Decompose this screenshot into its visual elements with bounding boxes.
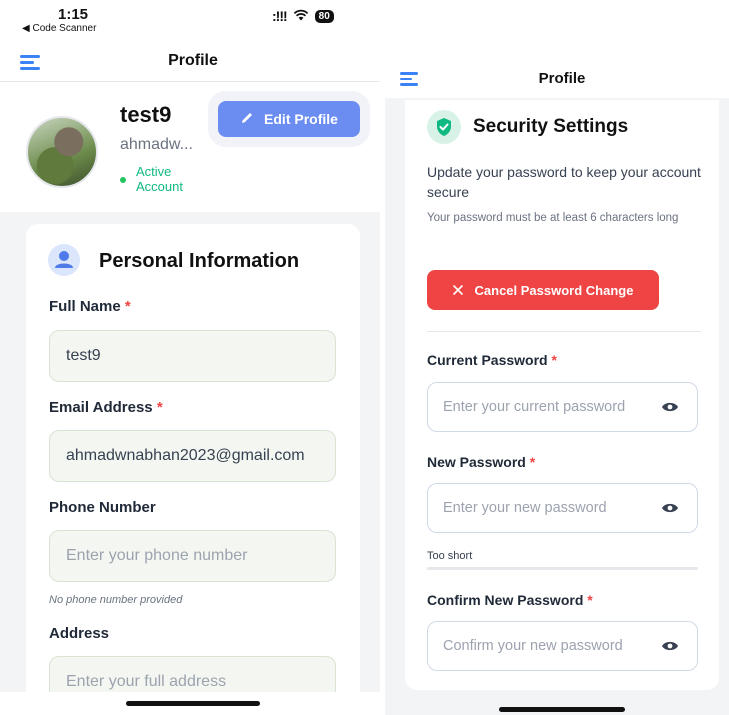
new-password-input[interactable]: Enter your new password	[427, 483, 698, 533]
screenshot-root: 1:15 ◀ Code Scanner :!!! 80 Profile test…	[0, 0, 729, 715]
personal-info-card: Personal Information Full Name * test9 E…	[26, 224, 360, 715]
nav-bar: Profile	[385, 56, 729, 98]
eye-icon[interactable]	[661, 640, 679, 652]
required-marker: *	[529, 454, 536, 470]
password-strength-bar	[427, 567, 698, 570]
password-requirement: Your password must be at least 6 charact…	[427, 212, 679, 224]
nav-bar: Profile	[0, 38, 380, 82]
required-marker: *	[156, 399, 163, 416]
new-password-label-text: New Password	[427, 454, 526, 470]
phone-field[interactable]: Enter your phone number	[49, 530, 336, 582]
address-label: Address	[49, 625, 110, 642]
required-marker: *	[551, 352, 557, 368]
battery-icon: 80	[314, 9, 334, 23]
status-bar: 1:15 ◀ Code Scanner :!!! 80	[0, 0, 380, 38]
home-indicator	[0, 692, 380, 715]
eye-icon[interactable]	[661, 401, 679, 413]
current-password-input[interactable]: Enter your current password	[427, 382, 698, 432]
status-icons: :!!! 80	[272, 8, 334, 24]
phone-label: Phone Number	[49, 499, 156, 516]
security-settings-card: Security Settings Update your password t…	[405, 100, 719, 690]
edit-profile-label: Edit Profile	[264, 111, 338, 127]
confirm-password-label: Confirm New Password *	[427, 592, 593, 608]
section-title: Personal Information	[99, 250, 300, 272]
status-time: 1:15	[58, 6, 89, 23]
status-dot-icon	[120, 177, 126, 183]
current-password-label: Current Password *	[427, 352, 557, 368]
eye-icon[interactable]	[661, 502, 679, 514]
new-password-placeholder: Enter your new password	[443, 500, 607, 516]
full-name-label-text: Full Name	[49, 298, 121, 315]
phone-hint: No phone number provided	[49, 594, 183, 606]
divider	[427, 331, 701, 332]
right-screen: Profile Security Settings Update your pa…	[385, 56, 729, 715]
email-field[interactable]: ahmadwnabhan2023@gmail.com	[49, 430, 336, 482]
email-label: Email Address *	[49, 399, 163, 416]
pencil-icon	[240, 111, 254, 128]
avatar	[26, 116, 98, 188]
back-to-app-link[interactable]: ◀ Code Scanner	[22, 23, 96, 34]
current-password-placeholder: Enter your current password	[443, 399, 626, 415]
close-x-icon	[452, 283, 463, 298]
home-bar[interactable]	[499, 707, 625, 712]
confirm-password-label-text: Confirm New Password	[427, 592, 584, 608]
current-password-label-text: Current Password	[427, 352, 548, 368]
page-title: Profile	[168, 52, 218, 69]
email-label-text: Email Address	[49, 399, 153, 416]
full-name-field[interactable]: test9	[49, 330, 336, 382]
left-screen: 1:15 ◀ Code Scanner :!!! 80 Profile test…	[0, 0, 380, 715]
home-indicator	[385, 701, 729, 715]
cancel-button-label: Cancel Password Change	[474, 282, 634, 298]
new-password-label: New Password *	[427, 454, 535, 470]
user-icon	[48, 244, 80, 276]
cancel-password-change-button[interactable]: Cancel Password Change	[427, 270, 659, 310]
edit-profile-button[interactable]: Edit Profile	[218, 101, 360, 137]
home-bar[interactable]	[126, 701, 260, 706]
full-name-label: Full Name *	[49, 298, 131, 315]
shield-check-icon	[427, 110, 461, 144]
profile-email: ahmadw...	[120, 136, 193, 153]
security-description: Update your password to keep your accoun…	[427, 164, 701, 200]
section-title: Security Settings	[473, 116, 629, 137]
status-badge: Active Account	[136, 164, 183, 194]
required-marker: *	[587, 592, 593, 608]
required-marker: *	[124, 298, 131, 315]
page-title: Profile	[538, 70, 586, 87]
wifi-icon	[293, 8, 309, 24]
confirm-password-placeholder: Confirm your new password	[443, 638, 623, 654]
password-strength-text: Too short	[427, 550, 473, 562]
cellular-signal-icon: :!!!	[272, 8, 288, 24]
profile-username: test9	[120, 102, 172, 127]
confirm-password-input[interactable]: Confirm your new password	[427, 621, 698, 671]
